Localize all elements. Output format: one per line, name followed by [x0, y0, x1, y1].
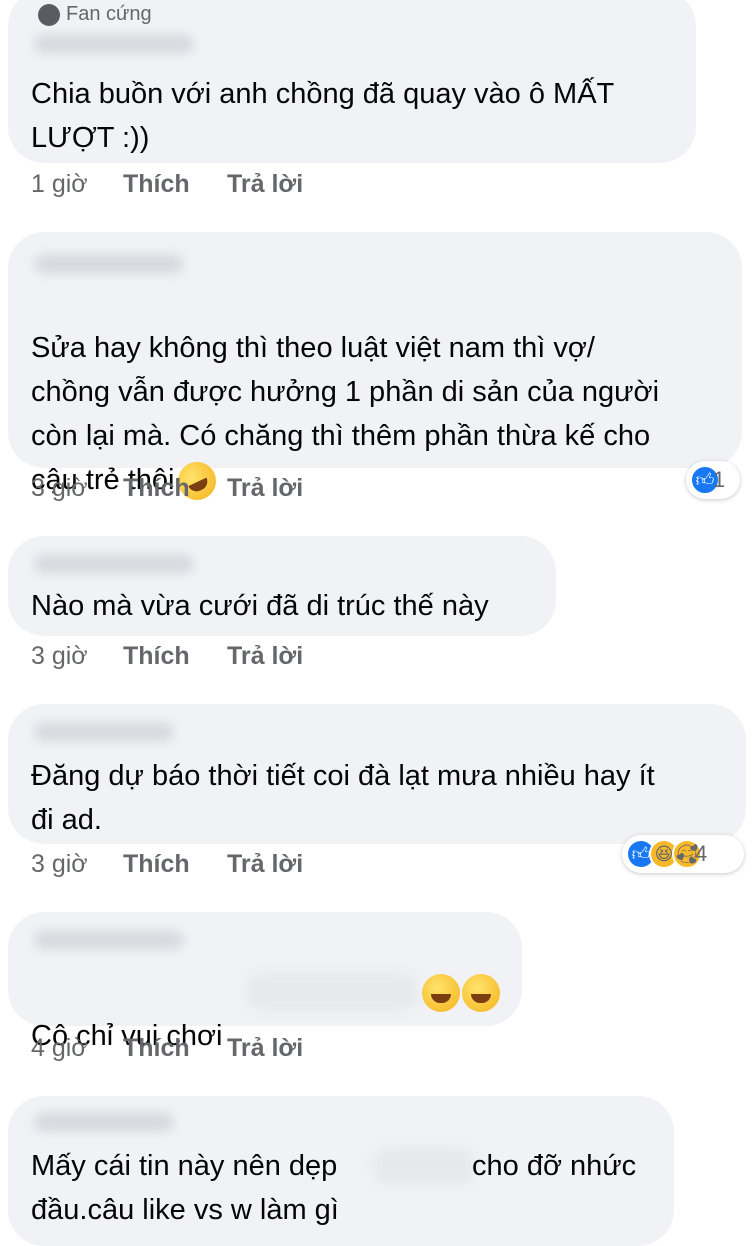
like-button[interactable]: Thích	[123, 642, 227, 671]
comment-text: Sửa hay không thì theo luật việt nam thì…	[31, 282, 660, 507]
comment-text-line-1b: cho đỡ nhức	[472, 1150, 637, 1182]
comment-bubble-3: Nào mà vừa cưới đã di trúc thế này	[8, 536, 556, 636]
commenter-name-blurred[interactable]	[34, 722, 174, 742]
comment-meta-4: 3 giờ Thích Trả lời	[31, 850, 303, 879]
reaction-summary[interactable]: 👍︎ 1	[686, 461, 740, 499]
comment-meta-3: 3 giờ Thích Trả lời	[31, 642, 303, 671]
like-button[interactable]: Thích	[123, 170, 227, 199]
reply-button[interactable]: Trả lời	[227, 170, 303, 199]
like-button[interactable]: Thích	[123, 474, 227, 503]
redacted-text	[374, 1148, 474, 1184]
reply-button[interactable]: Trả lời	[227, 1034, 303, 1063]
comment-bubble-2: Sửa hay không thì theo luật việt nam thì…	[8, 232, 742, 507]
redacted-text	[248, 974, 416, 1010]
comment-time[interactable]: 3 giờ	[31, 474, 123, 503]
comment-text-body: Sửa hay không thì theo luật việt nam thì…	[31, 332, 660, 496]
comment-bubble-5: Cô chỉ vui chơi	[8, 912, 522, 1052]
reaction-count: 4	[695, 841, 708, 866]
comment-bubble-6: Mấy cái tin này nên dẹp cho đỡ nhức đầu.…	[8, 1096, 674, 1246]
comment-time[interactable]: 1 giờ	[31, 170, 123, 199]
reply-button[interactable]: Trả lời	[227, 850, 303, 879]
comment-time[interactable]: 3 giờ	[31, 850, 123, 879]
comment-bubble-1: Fan cứng Chia buồn với anh chồng đã quay…	[8, 0, 696, 163]
comment-bubble-4: Đăng dự báo thời tiết coi đà lạt mưa nhi…	[8, 704, 746, 844]
commenter-name-blurred[interactable]	[34, 254, 184, 274]
fan-badge-icon	[38, 3, 60, 26]
like-button[interactable]: Thích	[123, 850, 227, 879]
comment-meta-2: 3 giờ Thích Trả lời	[31, 474, 303, 503]
comment-text: Nào mà vừa cưới đã di trúc thế này	[31, 590, 489, 622]
reply-button[interactable]: Trả lời	[227, 474, 303, 503]
comment-text-line-2: đầu.câu like vs w làm gì	[31, 1194, 339, 1226]
commenter-name-blurred[interactable]	[34, 930, 184, 950]
comment-time[interactable]: 3 giờ	[31, 642, 123, 671]
commenter-name-blurred[interactable]	[34, 1112, 174, 1132]
fan-badge-label: Fan cứng	[66, 3, 152, 25]
reaction-count: 1	[713, 467, 726, 492]
comment-text: Đăng dự báo thời tiết coi đà lạt mưa nhi…	[31, 760, 655, 836]
reply-button[interactable]: Trả lời	[227, 642, 303, 671]
comment-meta-5: 4 giờ Thích Trả lời	[31, 1034, 303, 1063]
comment-time[interactable]: 4 giờ	[31, 1034, 123, 1063]
fan-badge: Fan cứng	[38, 3, 152, 26]
commenter-name-blurred[interactable]	[34, 34, 194, 54]
face-with-tears-of-joy-icon	[422, 974, 460, 1012]
commenter-name-blurred[interactable]	[34, 554, 194, 574]
reaction-summary[interactable]: 👍︎ 😆︎ 🥰︎ 4	[622, 835, 744, 873]
comment-meta-1: 1 giờ Thích Trả lời	[31, 170, 303, 199]
comment-text-line-1a: Mấy cái tin này nên dẹp	[31, 1150, 338, 1182]
like-button[interactable]: Thích	[123, 1034, 227, 1063]
face-with-tears-of-joy-icon	[462, 974, 500, 1012]
comment-text: Chia buồn với anh chồng đã quay vào ô MẤ…	[31, 78, 615, 154]
